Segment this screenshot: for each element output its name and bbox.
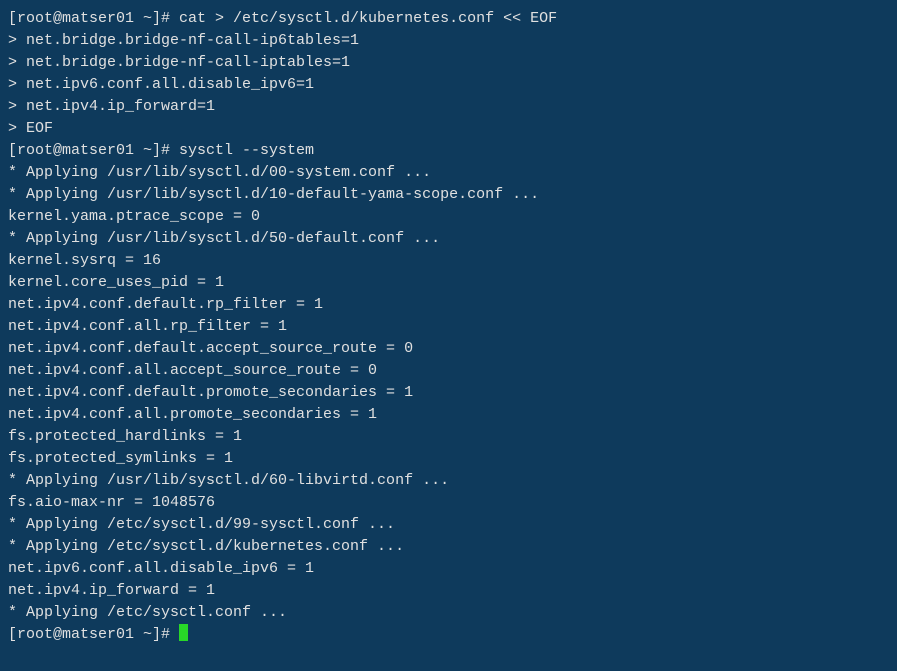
terminal-line: * Applying /etc/sysctl.conf ... bbox=[8, 602, 889, 624]
terminal-line: net.ipv4.conf.all.promote_secondaries = … bbox=[8, 404, 889, 426]
terminal-line: [root@matser01 ~]# sysctl --system bbox=[8, 140, 889, 162]
terminal-line: * Applying /etc/sysctl.d/99-sysctl.conf … bbox=[8, 514, 889, 536]
terminal-line: * Applying /usr/lib/sysctl.d/50-default.… bbox=[8, 228, 889, 250]
terminal-line: > net.bridge.bridge-nf-call-ip6tables=1 bbox=[8, 30, 889, 52]
terminal-line: * Applying /etc/sysctl.d/kubernetes.conf… bbox=[8, 536, 889, 558]
terminal-line: > EOF bbox=[8, 118, 889, 140]
terminal-line: > net.ipv6.conf.all.disable_ipv6=1 bbox=[8, 74, 889, 96]
terminal-line: net.ipv4.ip_forward = 1 bbox=[8, 580, 889, 602]
terminal-line: net.ipv4.conf.default.rp_filter = 1 bbox=[8, 294, 889, 316]
terminal-line: net.ipv4.conf.all.accept_source_route = … bbox=[8, 360, 889, 382]
terminal-line: fs.protected_hardlinks = 1 bbox=[8, 426, 889, 448]
terminal-line: net.ipv4.conf.default.promote_secondarie… bbox=[8, 382, 889, 404]
terminal-line: > net.ipv4.ip_forward=1 bbox=[8, 96, 889, 118]
terminal-line: * Applying /usr/lib/sysctl.d/60-libvirtd… bbox=[8, 470, 889, 492]
terminal-output[interactable]: [root@matser01 ~]# cat > /etc/sysctl.d/k… bbox=[8, 8, 889, 646]
cursor-icon bbox=[179, 624, 188, 641]
terminal-line: kernel.core_uses_pid = 1 bbox=[8, 272, 889, 294]
terminal-line: * Applying /usr/lib/sysctl.d/10-default-… bbox=[8, 184, 889, 206]
terminal-line: fs.protected_symlinks = 1 bbox=[8, 448, 889, 470]
terminal-line: kernel.yama.ptrace_scope = 0 bbox=[8, 206, 889, 228]
terminal-line: net.ipv6.conf.all.disable_ipv6 = 1 bbox=[8, 558, 889, 580]
terminal-line: fs.aio-max-nr = 1048576 bbox=[8, 492, 889, 514]
terminal-line: > net.bridge.bridge-nf-call-iptables=1 bbox=[8, 52, 889, 74]
terminal-line: [root@matser01 ~]# bbox=[8, 624, 889, 646]
terminal-line: * Applying /usr/lib/sysctl.d/00-system.c… bbox=[8, 162, 889, 184]
terminal-line: kernel.sysrq = 16 bbox=[8, 250, 889, 272]
terminal-line: [root@matser01 ~]# cat > /etc/sysctl.d/k… bbox=[8, 8, 889, 30]
terminal-line: net.ipv4.conf.default.accept_source_rout… bbox=[8, 338, 889, 360]
terminal-line: net.ipv4.conf.all.rp_filter = 1 bbox=[8, 316, 889, 338]
